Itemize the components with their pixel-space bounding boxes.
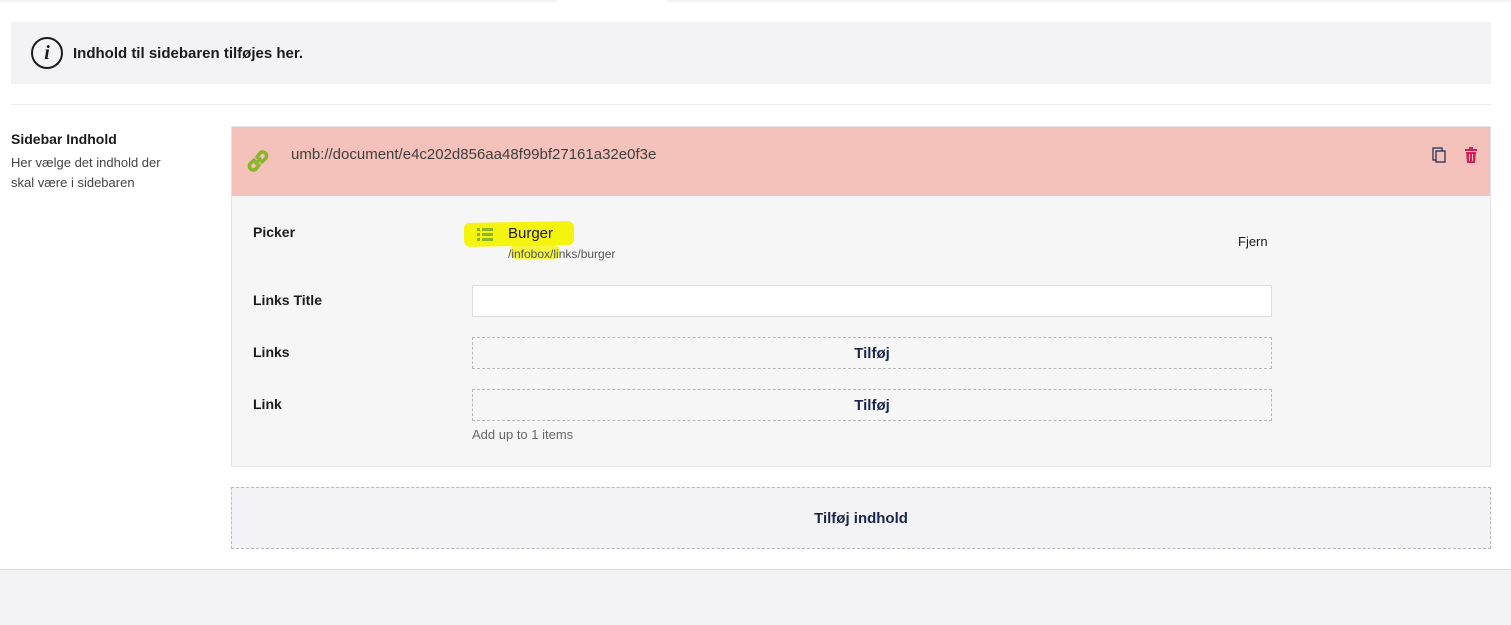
- add-content-button[interactable]: Tilføj indhold: [231, 487, 1491, 549]
- picker-label: Picker: [253, 224, 296, 240]
- property-name: Sidebar Indhold: [11, 131, 117, 147]
- divider: [11, 104, 1491, 105]
- top-border: [0, 0, 1511, 2]
- footer: [0, 570, 1511, 625]
- links-add-button[interactable]: Tilføj: [472, 337, 1272, 369]
- property-description: Her vælge det indhold der skal være i si…: [11, 155, 161, 190]
- links-title-input[interactable]: [472, 285, 1272, 317]
- link-hint: Add up to 1 items: [472, 427, 574, 442]
- property-label: Sidebar Indhold Her vælge det indhold de…: [11, 131, 191, 193]
- info-icon: i: [31, 37, 63, 69]
- link-icon: [247, 150, 269, 172]
- list-icon: [477, 228, 493, 241]
- link-add-button[interactable]: Tilføj: [472, 389, 1272, 421]
- content-block: umb://document/e4c202d856aa48f99bf27161a…: [231, 126, 1491, 467]
- block-title: umb://document/e4c202d856aa48f99bf27161a…: [291, 146, 657, 163]
- remove-button[interactable]: Fjern: [1238, 234, 1268, 249]
- link-label: Link: [253, 396, 282, 412]
- picker-item-path: /infobox/links/burger: [508, 247, 616, 261]
- trash-icon[interactable]: [1464, 147, 1478, 163]
- picker-item-name[interactable]: Burger: [508, 225, 553, 242]
- links-label: Links: [253, 344, 290, 360]
- block-header[interactable]: umb://document/e4c202d856aa48f99bf27161a…: [232, 127, 1490, 196]
- active-tab-indicator: [557, 0, 667, 2]
- info-message: i Indhold til sidebaren tilføjes her.: [11, 22, 1491, 84]
- info-text: Indhold til sidebaren tilføjes her.: [73, 44, 304, 62]
- copy-icon[interactable]: [1432, 147, 1446, 163]
- links-title-label: Links Title: [253, 292, 322, 308]
